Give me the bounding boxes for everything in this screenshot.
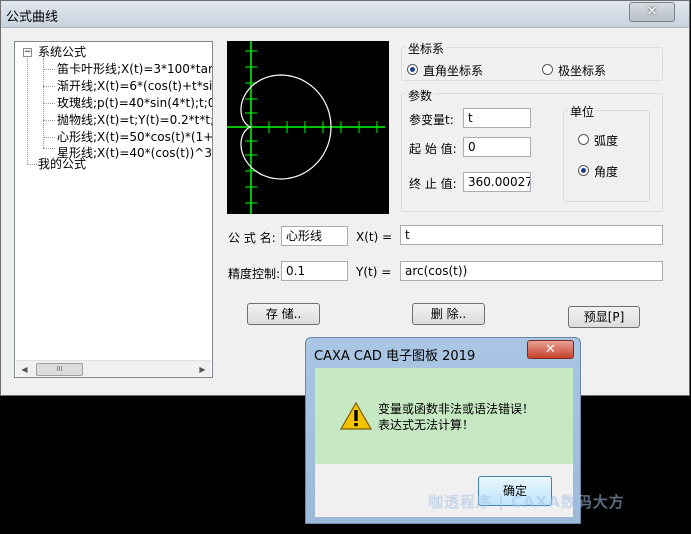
name-label: 公 式 名: bbox=[228, 231, 276, 245]
unit-group bbox=[563, 110, 650, 202]
scroll-thumb[interactable]: III bbox=[36, 363, 83, 376]
polar-label[interactable]: 极坐标系 bbox=[558, 62, 606, 79]
close-button[interactable]: ✕ bbox=[629, 2, 675, 22]
unit-group-label: 单位 bbox=[568, 103, 597, 120]
tree-item-rose[interactable]: 玫瑰线;p(t)=40*sin(4*t);t;0;36 bbox=[57, 95, 212, 112]
window-title: 公式曲线 bbox=[6, 10, 59, 25]
degree-label[interactable]: 角度 bbox=[594, 163, 618, 180]
preview-button[interactable]: 预显[P] bbox=[568, 306, 640, 328]
tree-item-involute[interactable]: 渐开线;X(t)=6*(cos(t)+t*sin(t) bbox=[57, 78, 212, 95]
x-input[interactable]: t bbox=[400, 225, 663, 245]
warning-icon bbox=[339, 401, 373, 430]
error-title: CAXA CAD 电子图板 2019 bbox=[314, 349, 476, 364]
y-label: Y(t) = bbox=[356, 265, 392, 279]
error-body: 变量或函数非法或语法错误！ 表达式无法计算！ bbox=[315, 368, 573, 464]
title-bar[interactable]: 公式曲线 ✕ bbox=[1, 1, 689, 28]
end-label: 终 止 值: bbox=[409, 177, 457, 191]
radian-label[interactable]: 弧度 bbox=[594, 132, 618, 149]
precision-label: 精度控制: bbox=[228, 267, 281, 281]
start-label: 起 始 值: bbox=[409, 142, 457, 156]
preview-canvas bbox=[227, 41, 385, 214]
coord-group-label: 坐标系 bbox=[406, 40, 447, 57]
tree-item-cardioid[interactable]: 心形线;X(t)=50*cos(t)*(1+cos bbox=[57, 129, 212, 146]
collapse-icon[interactable]: − bbox=[23, 48, 32, 57]
tree-item-parabola[interactable]: 抛物线;X(t)=t;Y(t)=0.2*t*t;t;- bbox=[57, 112, 212, 129]
y-input[interactable]: arc(cos(t)) bbox=[400, 261, 663, 281]
error-message: 变量或函数非法或语法错误！ 表达式无法计算！ bbox=[378, 401, 534, 433]
save-button[interactable]: 存 储.. bbox=[247, 303, 320, 325]
x-label: X(t) = bbox=[356, 230, 393, 244]
var-label: 参变量t: bbox=[409, 113, 454, 127]
error-line-1: 变量或函数非法或语法错误！ bbox=[378, 402, 535, 416]
start-input[interactable]: 0 bbox=[463, 137, 531, 157]
tree-root-mine[interactable]: 我的公式 bbox=[38, 156, 86, 173]
precision-input[interactable]: 0.1 bbox=[281, 261, 348, 281]
error-close-button[interactable]: ✕ bbox=[527, 340, 574, 359]
cartesian-radio[interactable] bbox=[407, 64, 418, 75]
scroll-left-icon[interactable]: ◀ bbox=[16, 361, 33, 377]
degree-radio[interactable] bbox=[578, 165, 589, 176]
radian-radio[interactable] bbox=[578, 134, 589, 145]
error-line-2: 表达式无法计算！ bbox=[378, 418, 475, 432]
tree-item-folium[interactable]: 笛卡叶形线;X(t)=3*100*tan(t) bbox=[57, 61, 212, 78]
curve-preview bbox=[227, 41, 389, 214]
delete-button[interactable]: 删 除.. bbox=[412, 303, 485, 325]
horizontal-scrollbar[interactable]: ◀ III ▶ bbox=[16, 360, 211, 377]
formula-tree[interactable]: − 系统公式 笛卡叶形线;X(t)=3*100*tan(t) 渐开线;X(t)=… bbox=[14, 41, 213, 378]
polar-radio[interactable] bbox=[542, 64, 553, 75]
end-input[interactable]: 360.00027 bbox=[463, 172, 531, 192]
tree-root-system[interactable]: 系统公式 bbox=[38, 44, 86, 61]
name-input[interactable]: 心形线 bbox=[281, 226, 348, 246]
params-group-label: 参数 bbox=[406, 87, 435, 104]
var-input[interactable]: t bbox=[463, 108, 531, 128]
scroll-right-icon[interactable]: ▶ bbox=[194, 361, 211, 377]
watermark-text: 咖透程序 | CAXA数码大方 bbox=[428, 493, 625, 511]
cartesian-label[interactable]: 直角坐标系 bbox=[423, 62, 483, 79]
